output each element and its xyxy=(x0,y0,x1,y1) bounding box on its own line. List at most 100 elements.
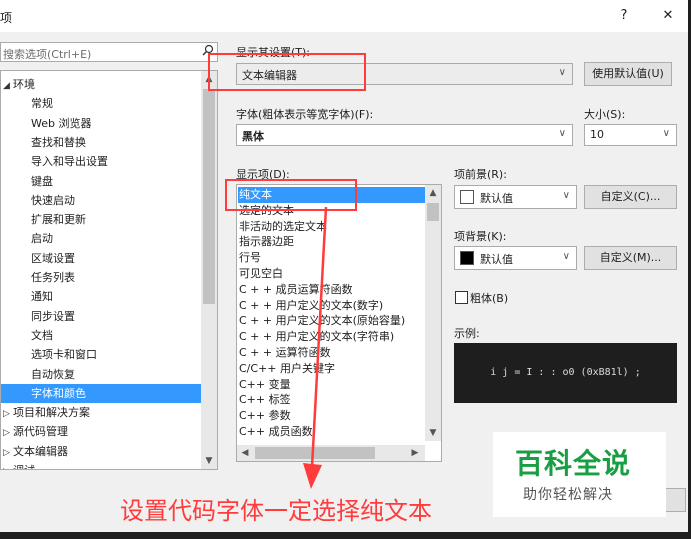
tree-item-label: 快速启动 xyxy=(31,193,75,207)
list-item[interactable]: 指示器边距 xyxy=(239,234,294,250)
list-item[interactable]: 行号 xyxy=(239,250,261,266)
tree-item-label: 项目和解决方案 xyxy=(13,406,90,420)
tree-item[interactable]: 选项卡和窗口 xyxy=(1,345,97,364)
font-select[interactable]: 黑体 ∨ xyxy=(236,124,573,146)
tree-item[interactable]: 快速启动 xyxy=(1,191,75,210)
tree-item[interactable]: 启动 xyxy=(1,229,53,248)
tree-item-label: 环境 xyxy=(13,78,35,91)
tree-item-label: 查找和替换 xyxy=(31,135,86,149)
use-defaults-button[interactable]: 使用默认值(U) xyxy=(584,62,672,86)
tree-item[interactable]: 任务列表 xyxy=(1,268,75,287)
search-input[interactable]: 搜索选项(Ctrl+E) xyxy=(0,42,218,62)
tree-item-label: 文本编辑器 xyxy=(13,444,68,458)
font-label: 字体(粗体表示等宽字体)(F): xyxy=(236,108,374,121)
tree-item-label: 字体和颜色 xyxy=(31,386,86,400)
tree-item[interactable]: 区域设置 xyxy=(1,249,75,268)
tree-item-label: 启动 xyxy=(31,232,53,246)
item-foreground-value: 默认值 xyxy=(480,192,513,205)
list-hscrollbar[interactable]: ◀ ▶ xyxy=(237,445,425,461)
scroll-left-icon[interactable]: ◀ xyxy=(237,445,253,461)
annotation-arrow xyxy=(303,206,328,489)
tree-item[interactable]: 字体和颜色 xyxy=(1,383,201,403)
size-label: 大小(S): xyxy=(584,108,626,121)
tree-item[interactable]: ◢ 环境 xyxy=(1,75,35,94)
tree-item-label: 同步设置 xyxy=(31,309,75,323)
list-item[interactable]: C + + 成员运算符函数 xyxy=(239,282,353,298)
collapsed-arrow-icon[interactable]: ▷ xyxy=(3,424,13,443)
background-swatch xyxy=(460,251,474,265)
tree-item[interactable]: 同步设置 xyxy=(1,307,75,326)
size-value: 10 xyxy=(590,128,604,141)
tree-item[interactable]: ▷ 文本编辑器 xyxy=(1,442,68,461)
tree-item[interactable]: 扩展和更新 xyxy=(1,210,86,229)
display-items-list[interactable]: C++ 成员函数 C++ 参数 C++ 标签 C++ 变量 C/C++ 用户关键字 C +… xyxy=(236,184,442,462)
list-item[interactable]: C++ 标签 xyxy=(239,392,291,408)
tree-item-label: 导入和导出设置 xyxy=(31,155,108,169)
tree-item[interactable]: Web 浏览器 xyxy=(1,114,91,133)
tree-item-label: 文档 xyxy=(31,328,53,342)
item-background-select[interactable]: 默认值 ∨ xyxy=(454,246,577,270)
chevron-down-icon: ∨ xyxy=(558,67,566,78)
bold-checkbox[interactable] xyxy=(455,291,468,304)
foreground-swatch xyxy=(460,190,474,204)
tree-item[interactable]: 键盘 xyxy=(1,172,53,191)
custom-background-button[interactable]: 自定义(M)... xyxy=(584,246,677,270)
tree-item-label: 扩展和更新 xyxy=(31,213,86,227)
tree-item-label: 调试 xyxy=(13,464,35,469)
bold-label: 粗体(B) xyxy=(470,292,509,305)
tree-item-label: 区域设置 xyxy=(31,251,75,265)
tree-item[interactable]: 文档 xyxy=(1,326,53,345)
tree-item-label: 通知 xyxy=(31,290,53,304)
watermark-logo: 百科全说 助你轻松解决 xyxy=(493,432,666,517)
size-select[interactable]: 10 ∨ xyxy=(584,124,677,146)
list-item[interactable]: C++ 参数 xyxy=(239,408,291,424)
chevron-down-icon: ∨ xyxy=(662,128,670,139)
scroll-down-icon[interactable]: ▼ xyxy=(425,425,441,441)
custom-foreground-button[interactable]: 自定义(C)... xyxy=(584,185,677,209)
title-bar: 项 ? ✕ xyxy=(0,0,688,32)
sample-label: 示例: xyxy=(454,327,480,340)
annotation-text: 设置代码字体一定选择纯文本 xyxy=(120,497,432,525)
scroll-up-icon[interactable]: ▲ xyxy=(425,185,441,201)
tree-item-label: 源代码管理 xyxy=(13,425,68,439)
list-vscrollbar[interactable]: ▲ ▼ xyxy=(425,185,441,441)
item-foreground-select[interactable]: 默认值 ∨ xyxy=(454,185,577,209)
tree-item[interactable]: ▷ 源代码管理 xyxy=(1,422,68,441)
watermark-subtitle: 助你轻松解决 xyxy=(523,487,613,503)
help-button[interactable]: ? xyxy=(612,6,636,26)
item-foreground-label: 项前景(R): xyxy=(454,168,507,181)
tree-item[interactable]: 常规 xyxy=(1,94,53,113)
options-tree[interactable]: ▷调试▷文本编辑器▷源代码管理▷项目和解决方案字体和颜色自动恢复选项卡和窗口文档… xyxy=(0,70,218,470)
tree-item[interactable]: ▷ 项目和解决方案 xyxy=(1,403,90,422)
collapsed-arrow-icon[interactable]: ▷ xyxy=(3,444,13,463)
scroll-right-icon[interactable]: ▶ xyxy=(407,445,423,461)
highlight-box-plain-text xyxy=(225,179,357,211)
item-background-display: 默认值 xyxy=(460,251,513,267)
close-button[interactable]: ✕ xyxy=(656,6,680,26)
list-item[interactable]: C++ 变量 xyxy=(239,377,291,393)
tree-scroll-thumb[interactable] xyxy=(203,89,215,304)
chevron-down-icon: ∨ xyxy=(558,128,566,139)
tree-scrollbar[interactable]: ▲ ▼ xyxy=(201,71,217,469)
tree-item[interactable]: 自动恢复 xyxy=(1,365,75,384)
item-background-label: 项背景(K): xyxy=(454,230,507,243)
tree-item-label: 键盘 xyxy=(31,174,53,188)
tree-item-label: Web 浏览器 xyxy=(31,116,92,130)
list-scroll-thumb[interactable] xyxy=(427,203,439,221)
expanded-arrow-icon[interactable]: ◢ xyxy=(3,77,13,96)
scroll-down-icon[interactable]: ▼ xyxy=(201,453,217,469)
collapsed-arrow-icon[interactable]: ▷ xyxy=(3,463,13,469)
watermark-title: 百科全说 xyxy=(515,447,632,480)
dialog-title: 项 xyxy=(0,11,13,25)
tree-item-label: 选项卡和窗口 xyxy=(31,348,97,362)
tree-item[interactable]: 导入和导出设置 xyxy=(1,152,108,171)
search-placeholder: 搜索选项(Ctrl+E) xyxy=(3,48,92,61)
tree-item[interactable]: 查找和替换 xyxy=(1,133,86,152)
tree-item-label: 任务列表 xyxy=(31,271,75,284)
item-foreground-display: 默认值 xyxy=(460,190,513,206)
list-item[interactable]: 可见空白 xyxy=(239,266,283,282)
item-background-value: 默认值 xyxy=(480,253,513,266)
tree-item[interactable]: 通知 xyxy=(1,287,53,306)
sample-preview: i j = I : : o0 (0xB81l) ; xyxy=(454,343,677,403)
collapsed-arrow-icon[interactable]: ▷ xyxy=(3,405,13,424)
